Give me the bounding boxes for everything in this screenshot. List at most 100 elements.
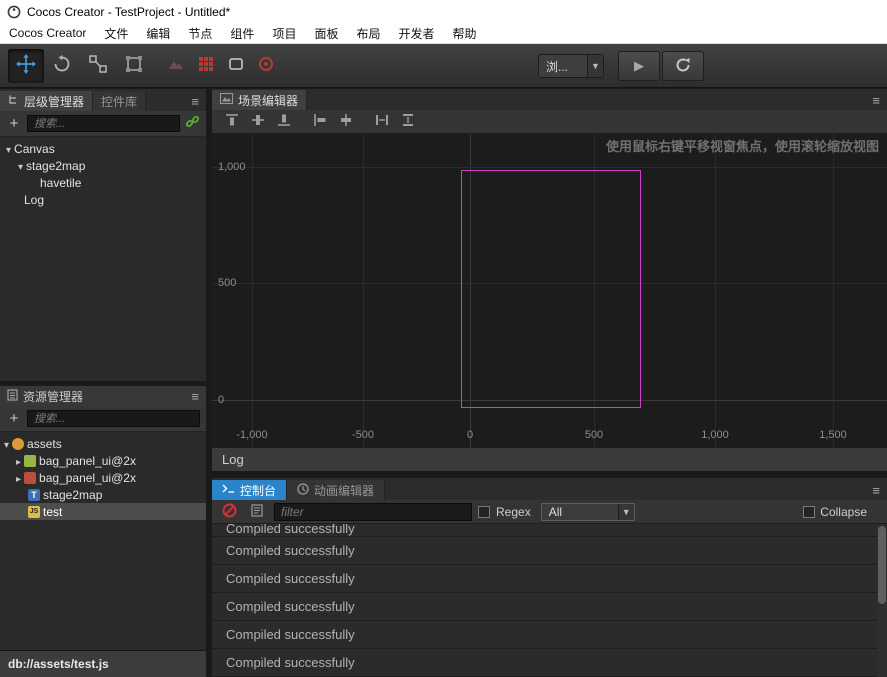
menu-item-project[interactable]: 项目 <box>263 23 305 43</box>
atlas-asset-icon <box>24 454 37 467</box>
distribute-horizontal-button[interactable] <box>372 113 392 131</box>
node-label: havetile <box>40 175 82 190</box>
console-log-row[interactable]: Compiled successfully <box>212 593 887 621</box>
main-editor-column: 场景编辑器 ≡ 1,000 500 0 -1,000 -500 0 500 1,… <box>212 89 887 677</box>
menu-item-layout[interactable]: 布局 <box>347 23 389 43</box>
tab-label: 层级管理器 <box>24 94 85 109</box>
console-tab-bar: 控制台 动画编辑器 ≡ <box>212 478 887 500</box>
clear-console-button[interactable] <box>218 502 240 522</box>
refresh-button[interactable] <box>662 51 704 81</box>
tab-animation-editor[interactable]: 动画编辑器 <box>287 480 386 500</box>
x-axis-label: 0 <box>466 429 474 441</box>
log-level-dropdown[interactable]: All ▼ <box>540 502 635 521</box>
expand-arrow-icon[interactable] <box>18 159 23 173</box>
db-root-folder-icon <box>12 437 25 450</box>
tree-node-havetile[interactable]: havetile <box>0 174 206 191</box>
collapse-checkbox[interactable] <box>803 505 816 518</box>
menu-item-file[interactable]: 文件 <box>95 23 137 43</box>
frame-icon <box>228 56 244 75</box>
play-button[interactable]: ▶ <box>618 51 660 81</box>
align-bottom-button[interactable] <box>274 113 294 131</box>
tab-hierarchy-manager[interactable]: 层级管理器 <box>0 91 94 111</box>
align-center-button[interactable] <box>336 113 356 131</box>
menu-bar: Cocos Creator 文件 编辑 节点 组件 项目 面板 布局 开发者 帮… <box>0 23 887 44</box>
left-panel-column: 层级管理器 控件库 ≡ + Canvas <box>0 89 206 677</box>
x-axis-label: 500 <box>584 429 604 441</box>
tab-control-library[interactable]: 控件库 <box>93 91 147 111</box>
menu-item-developer[interactable]: 开发者 <box>389 23 443 43</box>
console-splitter[interactable] <box>212 471 887 478</box>
console-log-row[interactable]: Compiled successfully <box>212 524 887 537</box>
menu-item-help[interactable]: 帮助 <box>444 23 486 43</box>
hierarchy-panel-menu-icon[interactable]: ≡ <box>191 95 199 108</box>
log-level-value: All <box>548 504 563 519</box>
gridline <box>212 167 887 168</box>
link-icon[interactable] <box>185 114 200 134</box>
tab-console[interactable]: 控制台 <box>212 480 288 500</box>
align-top-icon <box>225 113 239 130</box>
assets-search-input[interactable] <box>27 410 200 427</box>
hierarchy-toolbar: + <box>0 111 206 137</box>
expand-arrow-icon[interactable] <box>16 471 21 485</box>
expand-arrow-icon[interactable] <box>4 437 9 451</box>
asset-row-test[interactable]: JS test <box>0 503 206 520</box>
terrain-mode-button[interactable] <box>162 52 190 80</box>
clear-icon <box>222 503 237 521</box>
console-icon <box>222 483 235 497</box>
menu-item-component[interactable]: 组件 <box>221 23 263 43</box>
add-node-button[interactable]: + <box>6 115 22 133</box>
tree-node-canvas[interactable]: Canvas <box>0 140 206 157</box>
rect-transform-tool-button[interactable] <box>116 49 152 83</box>
asset-row-stage2map[interactable]: T stage2map <box>0 486 206 503</box>
grid-mode-button[interactable] <box>192 52 220 80</box>
expand-arrow-icon[interactable] <box>16 454 21 468</box>
wheel-mode-button[interactable] <box>252 52 280 80</box>
x-axis-label: -500 <box>351 429 375 441</box>
assets-panel-menu-icon[interactable]: ≡ <box>191 390 199 403</box>
move-tool-button[interactable] <box>8 48 44 83</box>
distribute-vertical-button[interactable] <box>398 113 418 131</box>
scrollbar-thumb[interactable] <box>878 526 886 604</box>
expand-arrow-icon[interactable] <box>6 142 11 156</box>
menu-item-node[interactable]: 节点 <box>179 23 221 43</box>
tab-scene-editor[interactable]: 场景编辑器 <box>212 90 308 110</box>
x-axis-label: 1,500 <box>819 429 847 441</box>
asset-row-assets[interactable]: assets <box>0 435 206 452</box>
scene-panel-menu-icon[interactable]: ≡ <box>872 94 880 107</box>
tree-node-log[interactable]: Log <box>0 191 206 208</box>
regex-checkbox[interactable] <box>478 505 490 518</box>
rotate-tool-button[interactable] <box>44 49 80 83</box>
asset-row-bag-panel-atlas[interactable]: bag_panel_ui@2x <box>0 452 206 469</box>
console-filter-input[interactable] <box>274 502 472 521</box>
y-axis-label: 1,000 <box>218 161 246 173</box>
scene-viewport[interactable]: 1,000 500 0 -1,000 -500 0 500 1,000 1,50… <box>212 134 887 448</box>
console-log-row[interactable]: Compiled successfully <box>212 649 887 677</box>
console-panel-menu-icon[interactable]: ≡ <box>872 484 880 497</box>
menu-item-cocos-creator[interactable]: Cocos Creator <box>0 23 95 43</box>
console-log-row[interactable]: Compiled successfully <box>212 565 887 593</box>
align-left-button[interactable] <box>310 113 330 131</box>
hierarchy-panel: 层级管理器 控件库 ≡ + Canvas <box>0 89 206 381</box>
console-toolbar: Regex All ▼ Collapse <box>212 500 887 524</box>
open-log-file-button[interactable] <box>246 502 268 522</box>
hierarchy-search-input[interactable] <box>27 115 180 132</box>
menu-item-panel[interactable]: 面板 <box>305 23 347 43</box>
console-scrollbar[interactable] <box>877 524 887 677</box>
tab-label: 控制台 <box>240 483 277 498</box>
scale-tool-button[interactable] <box>80 49 116 83</box>
asset-row-bag-panel-image[interactable]: bag_panel_ui@2x <box>0 469 206 486</box>
preview-target-dropdown[interactable]: 浏... ▼ <box>538 54 604 78</box>
node-label: stage2map <box>26 158 86 173</box>
console-log-row[interactable]: Compiled successfully <box>212 621 887 649</box>
tree-node-stage2map[interactable]: stage2map <box>0 157 206 174</box>
align-middle-button[interactable] <box>248 113 268 131</box>
distribute-horizontal-icon <box>375 113 389 130</box>
console-log-row[interactable]: Compiled successfully <box>212 537 887 565</box>
align-top-button[interactable] <box>222 113 242 131</box>
preview-target-value: 浏... <box>546 59 569 74</box>
add-asset-button[interactable]: + <box>6 410 22 428</box>
frame-mode-button[interactable] <box>222 52 250 80</box>
menu-item-edit[interactable]: 编辑 <box>137 23 179 43</box>
node-label: Log <box>24 192 45 207</box>
node-label: Canvas <box>14 141 55 156</box>
